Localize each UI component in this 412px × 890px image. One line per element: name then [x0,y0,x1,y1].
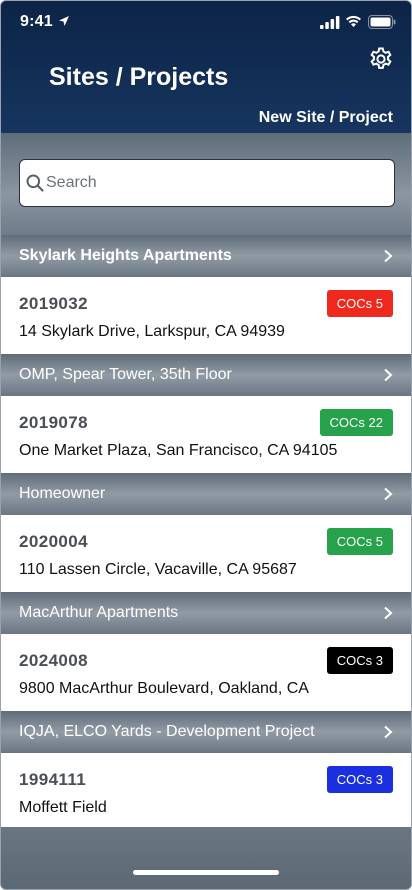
project-row-2019032[interactable]: 2019032 COCs 5 14 Skylark Drive, Larkspu… [1,277,411,354]
battery-icon [368,15,396,29]
section-header-iqja-elco-yards[interactable]: IQJA, ELCO Yards - Development Project [1,711,411,753]
project-number: 2020004 [19,532,88,551]
section-title: Homeowner [19,485,106,502]
status-time: 9:41 [20,13,53,30]
project-number: 2019078 [19,413,88,432]
location-arrow-icon [59,16,69,26]
coc-count-badge: COCs 3 [326,647,393,674]
coc-count-badge: COCs 22 [319,409,393,436]
project-address: Moffett Field [19,799,107,816]
section-title: Skylark Heights Apartments [19,247,232,264]
nav-header: 9:41 Sites / Projects New Site / Project [1,1,411,133]
section-title: MacArthur Apartments [19,604,179,621]
wifi-icon [346,15,361,27]
chevron-right-icon [384,249,393,263]
projects-list: Skylark Heights Apartments 2019032 COCs … [1,235,411,830]
gear-icon[interactable] [368,46,394,72]
section-header-omp-spear-tower[interactable]: OMP, Spear Tower, 35th Floor [1,354,411,396]
coc-count-badge: COCs 5 [326,528,393,555]
search-icon [26,174,44,192]
search-input[interactable] [46,169,386,197]
project-row-2020004[interactable]: 2020004 COCs 5 110 Lassen Circle, Vacavi… [1,515,411,592]
page-title: Sites / Projects [49,63,229,91]
project-number: 2019032 [19,294,88,313]
status-bar: 9:41 [1,1,411,45]
project-number: 1994111 [19,770,87,789]
project-address: 110 Lassen Circle, Vacaville, CA 95687 [19,561,297,578]
section-header-skylark-heights[interactable]: Skylark Heights Apartments [1,235,411,277]
new-site-project-button[interactable]: New Site / Project [259,109,393,127]
project-row-1994111[interactable]: 1994111 COCs 3 Moffett Field [1,753,411,830]
search-bar-container [1,133,411,235]
project-row-2024008[interactable]: 2024008 COCs 3 9800 MacArthur Boulevard,… [1,634,411,711]
chevron-right-icon [384,606,393,620]
project-address: 9800 MacArthur Boulevard, Oakland, CA [19,680,309,697]
section-header-macarthur-apartments[interactable]: MacArthur Apartments [1,592,411,634]
project-address: 14 Skylark Drive, Larkspur, CA 94939 [19,323,285,340]
chevron-right-icon [384,368,393,382]
section-header-homeowner[interactable]: Homeowner [1,473,411,515]
project-address: One Market Plaza, San Francisco, CA 9410… [19,442,338,459]
cellular-signal-icon [320,16,340,29]
chevron-right-icon [384,725,393,739]
home-indicator[interactable] [133,870,279,875]
project-row-2019078[interactable]: 2019078 COCs 22 One Market Plaza, San Fr… [1,396,411,473]
search-field[interactable] [19,159,395,207]
bottom-bar [1,827,411,889]
section-title: IQJA, ELCO Yards - Development Project [19,723,315,740]
project-number: 2024008 [19,651,88,670]
chevron-right-icon [384,487,393,501]
section-title: OMP, Spear Tower, 35th Floor [19,366,232,383]
app-screen: 9:41 Sites / Projects New Site / Project… [0,0,412,890]
coc-count-badge: COCs 3 [326,766,393,793]
coc-count-badge: COCs 5 [326,290,393,317]
